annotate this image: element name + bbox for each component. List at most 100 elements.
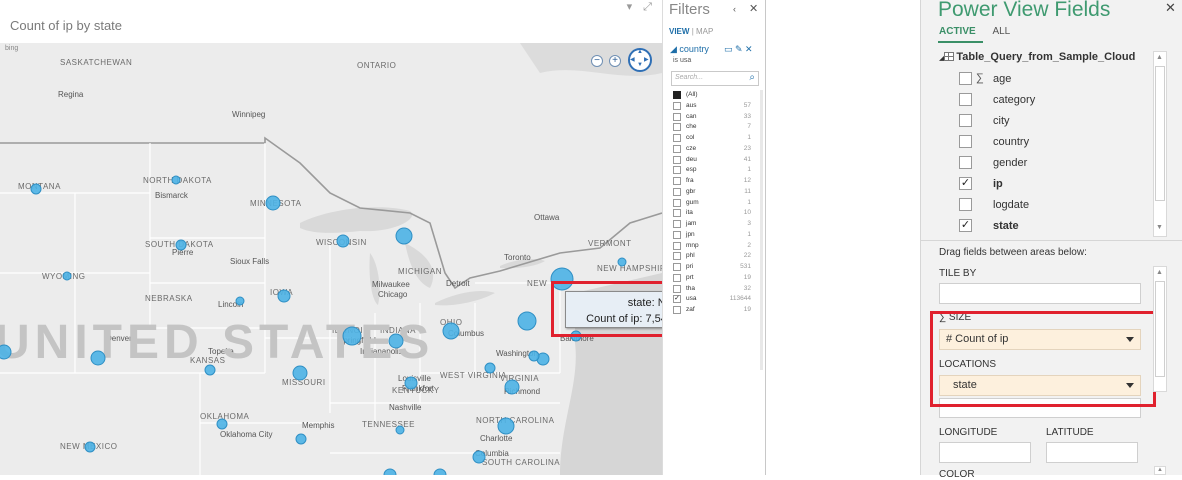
- filter-checkbox[interactable]: [673, 209, 681, 218]
- collapse-filters-icon[interactable]: ‹: [733, 4, 736, 14]
- table-node[interactable]: ◢ Table_Query_from_Sample_Cloud: [939, 51, 1149, 63]
- label-ontario: ONTARIO: [357, 61, 396, 70]
- field-checkbox[interactable]: [959, 114, 972, 127]
- field-item-gender[interactable]: gender: [958, 153, 1148, 174]
- bubble: [62, 271, 72, 281]
- drag-instructions: Drag fields between areas below:: [939, 247, 1087, 258]
- filter-item[interactable]: pri 531: [673, 262, 755, 273]
- zoom-in-button[interactable]: +: [609, 55, 621, 67]
- filter-checkbox[interactable]: [673, 273, 681, 282]
- filter-item[interactable]: jpn 1: [673, 230, 755, 241]
- filter-item[interactable]: che 7: [673, 122, 755, 133]
- zoom-out-button[interactable]: −: [591, 55, 603, 67]
- filters-scrollbar[interactable]: [760, 90, 763, 370]
- filter-item[interactable]: ita 10: [673, 208, 755, 219]
- field-item-ip[interactable]: ✓ ip: [958, 174, 1148, 195]
- filter-checkbox[interactable]: [673, 134, 681, 142]
- label-michigan: MICHIGAN: [398, 267, 442, 276]
- field-item-category[interactable]: category: [958, 90, 1148, 111]
- field-checkbox[interactable]: [959, 93, 972, 106]
- close-fields-icon[interactable]: ✕: [1165, 0, 1176, 16]
- scroll-down-icon[interactable]: ▲: [1154, 466, 1166, 475]
- filter-item[interactable]: ✓ usa 113644: [673, 294, 755, 305]
- filter-checkbox[interactable]: [673, 177, 681, 185]
- field-checkbox[interactable]: [959, 156, 972, 169]
- filter-item[interactable]: gbr 11: [673, 187, 755, 198]
- field-item-city[interactable]: city: [958, 111, 1148, 132]
- filter-checkbox[interactable]: [673, 123, 681, 132]
- tab-map[interactable]: MAP: [696, 27, 713, 36]
- svg-text:Toronto: Toronto: [504, 253, 531, 262]
- field-item-state[interactable]: ✓ state: [958, 216, 1148, 237]
- bubble: [472, 450, 486, 464]
- scroll-up-icon[interactable]: ▲: [1156, 54, 1163, 61]
- search-icon[interactable]: ⌕: [749, 72, 755, 83]
- filter-and-popout-icons[interactable]: ▾ ⤢: [627, 0, 656, 14]
- filter-tools[interactable]: ▭ ✎ ✕: [724, 44, 753, 55]
- areas-scrollbar[interactable]: ▲: [1153, 266, 1167, 392]
- filter-item[interactable]: gum 1: [673, 198, 755, 209]
- field-checkbox[interactable]: ✓: [959, 177, 972, 190]
- bubble: [0, 344, 12, 360]
- svg-text:Bismarck: Bismarck: [155, 191, 189, 200]
- filter-item[interactable]: phl 22: [673, 251, 755, 262]
- pan-control[interactable]: ▲ ▼ ◀ ▶: [628, 48, 652, 72]
- filter-item[interactable]: deu 41: [673, 155, 755, 166]
- filter-item[interactable]: zaf 19: [673, 305, 755, 316]
- filter-checkbox[interactable]: [673, 306, 681, 314]
- filter-checkbox[interactable]: [673, 112, 681, 121]
- scroll-up-icon[interactable]: ▲: [1156, 269, 1163, 276]
- filter-item[interactable]: can 33: [673, 112, 755, 123]
- map-navigation-controls[interactable]: − + ▲ ▼ ◀ ▶: [588, 46, 662, 76]
- field-list-scrollbar[interactable]: ▲ ▼: [1153, 51, 1167, 237]
- map-base-layer: SASKATCHEWAN ONTARIO MONTANA NORTH DAKOT…: [0, 43, 662, 475]
- filter-item[interactable]: mnp 2: [673, 241, 755, 252]
- scroll-down-icon[interactable]: ▼: [1156, 224, 1163, 231]
- filter-checkbox[interactable]: [673, 241, 681, 250]
- filter-search-input[interactable]: Search... ⌕: [671, 71, 759, 86]
- map-canvas[interactable]: SASKATCHEWAN ONTARIO MONTANA NORTH DAKOT…: [0, 43, 662, 475]
- tile-by-drop-zone[interactable]: [939, 283, 1141, 304]
- close-filters-icon[interactable]: ✕: [749, 2, 758, 15]
- filter-checkbox[interactable]: [673, 263, 681, 271]
- map-visual[interactable]: Count of ip by state ▾ ⤢ SASKATCHEWAN ON…: [0, 0, 662, 475]
- filter-item[interactable]: aus 57: [673, 101, 755, 112]
- filter-checkbox[interactable]: ✓: [673, 295, 681, 304]
- filter-checkbox[interactable]: [673, 166, 681, 175]
- filter-checkbox[interactable]: [673, 220, 681, 228]
- filter-condition: is usa: [673, 57, 692, 64]
- filter-checkbox[interactable]: [673, 198, 681, 207]
- tab-view[interactable]: VIEW: [669, 27, 689, 36]
- latitude-drop-zone[interactable]: [1046, 442, 1138, 463]
- filter-item[interactable]: esp 1: [673, 165, 755, 176]
- field-checkbox[interactable]: [959, 72, 972, 85]
- filter-checkbox[interactable]: [673, 187, 681, 196]
- filter-item[interactable]: tha 32: [673, 284, 755, 295]
- filter-item[interactable]: jam 3: [673, 219, 755, 230]
- filter-checkbox[interactable]: [673, 101, 681, 110]
- scroll-thumb[interactable]: [1155, 66, 1165, 201]
- field-checkbox[interactable]: ✓: [959, 219, 972, 232]
- filter-item[interactable]: col 1: [673, 133, 755, 144]
- filter-checkbox[interactable]: [673, 284, 681, 293]
- field-checkbox[interactable]: [959, 198, 972, 211]
- field-item-country[interactable]: country: [958, 132, 1148, 153]
- filter-item[interactable]: fra 12: [673, 176, 755, 187]
- filter-checkbox[interactable]: ■: [673, 91, 681, 99]
- filter-field-header[interactable]: ◢ country: [670, 44, 709, 55]
- filter-item[interactable]: cze 23: [673, 144, 755, 155]
- label-virginia: VIRGINIA: [500, 374, 539, 383]
- filter-checkbox[interactable]: [673, 230, 681, 239]
- field-item-age[interactable]: ∑ age: [958, 69, 1148, 90]
- filter-item[interactable]: prt 19: [673, 273, 755, 284]
- scroll-thumb[interactable]: [1155, 281, 1165, 377]
- longitude-drop-zone[interactable]: [939, 442, 1031, 463]
- tab-active[interactable]: ACTIVE: [939, 26, 976, 37]
- filter-item[interactable]: ■ (All): [673, 90, 755, 101]
- filter-checkbox[interactable]: [673, 144, 681, 153]
- field-checkbox[interactable]: [959, 135, 972, 148]
- filter-checkbox[interactable]: [673, 155, 681, 164]
- field-item-logdate[interactable]: logdate: [958, 195, 1148, 216]
- tab-all[interactable]: ALL: [992, 26, 1010, 37]
- filter-checkbox[interactable]: [673, 252, 681, 261]
